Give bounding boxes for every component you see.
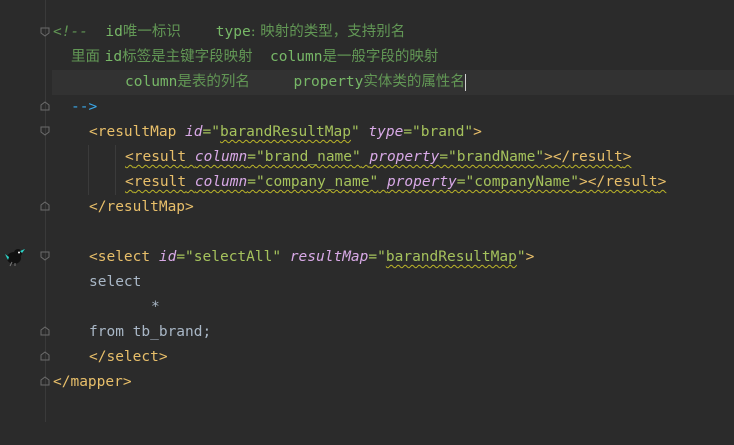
tag-name: result (570, 149, 623, 165)
code-line[interactable]: <select id="selectAll" resultMap="barand… (0, 245, 534, 270)
code-line[interactable]: </resultMap> (0, 195, 194, 220)
comment-open: <!-- (53, 24, 88, 40)
attribute-name: id (185, 124, 203, 140)
sql-text: from tb_brand; (89, 324, 212, 340)
tag-bracket: > (185, 199, 194, 215)
tag-bracket: ></ (544, 149, 571, 165)
code-line[interactable]: <result column="company_name" property="… (0, 170, 666, 195)
attribute-quote: " (350, 124, 360, 140)
attribute-name: id (158, 249, 177, 265)
attribute-value: ="brand_name" (247, 149, 361, 165)
attribute-quote: " (211, 124, 220, 140)
attribute-value: ="selectAll" (176, 249, 282, 265)
tag-bracket: </ (53, 374, 71, 390)
comment-text: 映射的类型，支持别名 (260, 24, 406, 40)
text-cursor (464, 73, 466, 91)
code-line[interactable]: --> (0, 95, 97, 120)
indent-guide (115, 145, 116, 195)
attribute-value: ="company_name" (247, 174, 379, 190)
code-line[interactable]: from tb_brand; (0, 320, 211, 345)
attribute-name: type (368, 124, 404, 140)
tag-bracket: ></ (579, 174, 606, 190)
tag-name: resultMap (97, 124, 177, 140)
tag-bracket: < (125, 174, 134, 190)
fold-marker-icon[interactable] (40, 126, 50, 136)
fold-marker-icon[interactable] (40, 351, 50, 361)
indent-guide (88, 145, 89, 195)
fold-marker-icon[interactable] (40, 201, 50, 211)
tag-name: select (106, 349, 159, 365)
comment-text: column (125, 74, 178, 90)
attribute-name: property (386, 174, 457, 190)
comment-text: type (215, 24, 251, 40)
sql-text: * (151, 299, 160, 315)
attribute-name: resultMap (289, 249, 369, 265)
tag-bracket: > (473, 124, 482, 140)
attribute-value: =" (368, 249, 386, 265)
comment-text: 实体类的属性名 (363, 74, 465, 90)
comment-close: --> (71, 99, 98, 115)
tag-name: mapper (70, 374, 123, 390)
fold-marker-icon[interactable] (40, 251, 50, 261)
tag-bracket: > (122, 374, 132, 390)
code-line[interactable]: * (0, 295, 160, 320)
fold-marker-icon[interactable] (40, 376, 50, 386)
tag-name: result (133, 174, 187, 190)
tag-bracket: </ (89, 349, 107, 365)
code-editor[interactable]: <!-- id唯一标识 type: 映射的类型，支持别名 里面 id标签是主键字… (0, 0, 734, 422)
tag-bracket: > (158, 349, 168, 365)
comment-text: id (104, 49, 123, 65)
tag-name: resultMap (106, 199, 186, 215)
comment-text: 是表的列名 (177, 74, 250, 90)
code-line[interactable]: <result column="brand_name" property="br… (0, 145, 631, 170)
fold-marker-icon[interactable] (40, 27, 50, 37)
tag-bracket: > (525, 249, 535, 265)
attribute-name: column (194, 174, 248, 190)
attribute-value: barandResultMap (385, 249, 517, 265)
attribute-quote: " (516, 249, 526, 265)
tag-bracket: > (657, 174, 667, 190)
attribute-value: ="brandName" (439, 149, 545, 165)
comment-text: id (105, 24, 123, 40)
fold-marker-icon[interactable] (40, 101, 50, 111)
tag-bracket: </ (89, 199, 107, 215)
comment-text: 唯一标识 (122, 24, 181, 40)
tag-name: result (605, 174, 658, 190)
comment-text: 标签是主键字段映射 (122, 49, 253, 65)
code-line[interactable]: select (0, 270, 141, 295)
tag-name: select (97, 249, 151, 265)
code-line[interactable]: <!-- id唯一标识 type: 映射的类型，支持别名 (0, 20, 405, 45)
code-line[interactable]: column是表的列名 property实体类的属性名 (0, 70, 466, 95)
tag-bracket: < (89, 124, 98, 140)
attribute-value: ="companyName" (456, 174, 579, 190)
tag-name: result (133, 149, 187, 165)
attribute-name: column (194, 149, 248, 165)
attribute-value: barandResultMap (219, 124, 351, 140)
code-line[interactable]: </select> (0, 345, 168, 370)
comment-text: 里面 (71, 49, 105, 65)
tag-bracket: > (622, 149, 632, 165)
tag-bracket: < (89, 249, 98, 265)
attribute-value: ="brand" (403, 124, 474, 140)
code-line[interactable]: </mapper> (0, 370, 132, 395)
comment-text: 是一般字段的映射 (322, 49, 439, 65)
sql-text: select (89, 274, 142, 290)
comment-text: column (270, 49, 323, 65)
code-line[interactable]: <resultMap id="barandResultMap" type="br… (0, 120, 482, 145)
attribute-equals: = (202, 124, 212, 140)
comment-text: property (293, 74, 364, 90)
comment-text: : (250, 24, 261, 40)
attribute-name: property (369, 149, 440, 165)
code-line[interactable]: 里面 id标签是主键字段映射 column是一般字段的映射 (0, 45, 438, 70)
tag-bracket: < (125, 149, 134, 165)
fold-marker-icon[interactable] (40, 326, 50, 336)
